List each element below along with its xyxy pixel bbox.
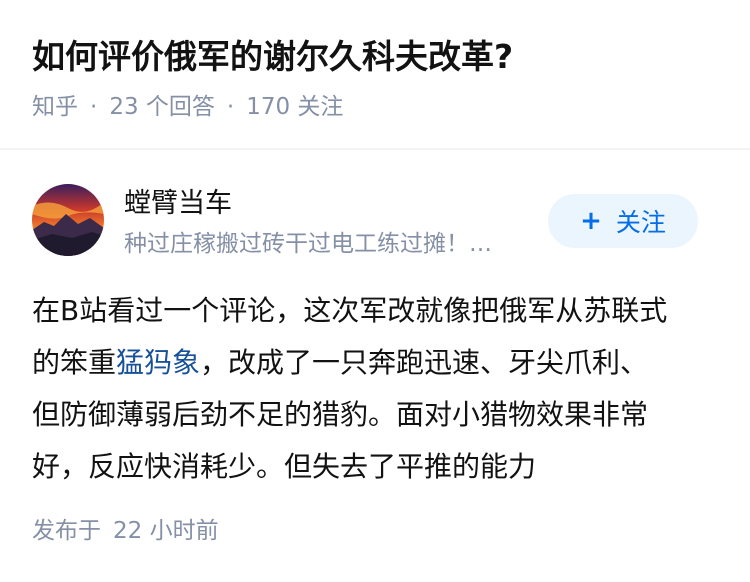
follower-count: 170 关注 [246, 94, 344, 120]
avatar-landscape-image [32, 184, 104, 256]
source-label[interactable]: 知乎 [32, 94, 78, 120]
author-bio: 种过庄稼搬过砖干过电工练过摊！… [124, 231, 492, 257]
avatar[interactable] [32, 184, 104, 256]
author-row: 螳臂当车 种过庄稼搬过砖干过电工练过摊！… + 关注 [0, 150, 750, 270]
keyword-link[interactable]: 猛犸象 [116, 346, 200, 379]
answer-line: 的笨重猛犸象，改成了一只奔跑迅速、牙尖爪利、 [32, 337, 722, 389]
answer-line: 在B站看过一个评论，这次军改就像把俄军从苏联式 [32, 294, 668, 327]
answer-page: 如何评价俄军的谢尔久科夫改革? 知乎 · 23 个回答 · 170 关注 螳臂当… [0, 0, 750, 582]
author-name[interactable]: 螳臂当车 [124, 186, 232, 222]
answer-count[interactable]: 23 个回答 [109, 94, 215, 120]
answer-line: 好，反应快消耗少。但失去了平推的能力 [32, 450, 537, 483]
plus-icon: + [580, 206, 602, 236]
published-label: 发布于 [32, 518, 101, 544]
answer-text-segment: 的笨重 [32, 346, 117, 379]
question-meta: 知乎 · 23 个回答 · 170 关注 [32, 90, 718, 124]
question-title[interactable]: 如何评价俄军的谢尔久科夫改革? [32, 32, 718, 82]
published-time: 22 小时前 [113, 518, 219, 544]
answer-text-segment: ，改成了一只奔跑迅速、牙尖爪利、 [200, 346, 649, 379]
separator-dot: · [90, 94, 98, 120]
answer-line: 但防御薄弱后劲不足的猎豹。面对小猎物效果非常 [32, 398, 649, 431]
follow-label: 关注 [615, 208, 666, 237]
question-header: 如何评价俄军的谢尔久科夫改革? 知乎 · 23 个回答 · 170 关注 [0, 0, 750, 150]
answer-content: 在B站看过一个评论，这次军改就像把俄军从苏联式 的笨重猛犸象，改成了一只奔跑迅速… [32, 285, 722, 493]
follow-button[interactable]: + 关注 [548, 194, 698, 248]
separator-dot: · [226, 94, 235, 120]
publish-info: 发布于 22 小时前 [32, 514, 219, 548]
